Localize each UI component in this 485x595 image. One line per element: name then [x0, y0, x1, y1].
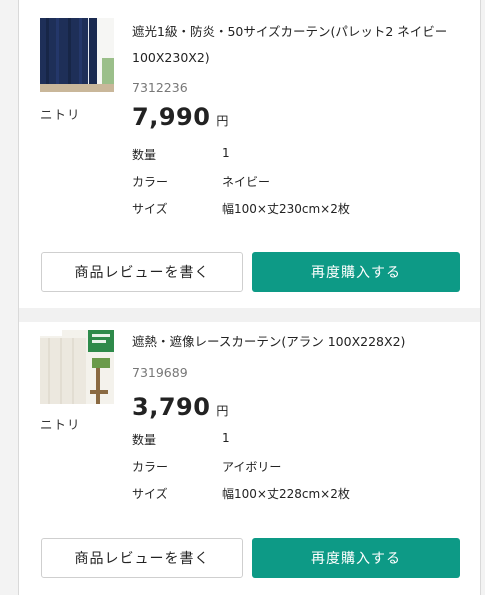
attr-value: ネイビー [222, 175, 271, 189]
rebuy-button[interactable]: 再度購入する [252, 538, 460, 578]
write-review-button[interactable]: 商品レビューを書く [41, 252, 243, 292]
currency-label: 円 [216, 114, 229, 128]
attr-label: 数量 [132, 433, 157, 447]
product-image[interactable] [40, 330, 114, 404]
brand-label: ニトリ [40, 417, 81, 432]
product-name[interactable]: 遮光1級・防炎・50サイズカーテン(パレット2 ネイビー 100X230X2) [132, 19, 467, 71]
lace-curtain-image [40, 330, 114, 404]
item-divider [19, 308, 480, 322]
attr-row-quantity: 数量 1 [132, 431, 350, 458]
attr-label: サイズ [132, 487, 168, 501]
product-attributes: 数量 1 カラー ネイビー サイズ 幅100×丈230cm×2枚 [132, 146, 350, 227]
product-price: 3,790 円 [132, 393, 228, 421]
attr-row-color: カラー ネイビー [132, 173, 350, 200]
attr-label: 数量 [132, 148, 157, 162]
attr-label: カラー [132, 460, 169, 474]
attr-row-color: カラー アイボリー [132, 458, 350, 485]
product-attributes: 数量 1 カラー アイボリー サイズ 幅100×丈228cm×2枚 [132, 431, 350, 512]
attr-value: 幅100×丈230cm×2枚 [222, 202, 350, 216]
product-code: 7312236 [132, 80, 188, 95]
price-value: 3,790 [132, 393, 211, 421]
navy-curtain-image [40, 18, 114, 92]
attr-row-quantity: 数量 1 [132, 146, 350, 173]
attr-row-size: サイズ 幅100×丈230cm×2枚 [132, 200, 350, 227]
price-value: 7,990 [132, 103, 211, 131]
product-price: 7,990 円 [132, 103, 228, 131]
order-history-panel: ニトリ 遮光1級・防炎・50サイズカーテン(パレット2 ネイビー 100X230… [18, 0, 481, 595]
attr-label: サイズ [132, 202, 168, 216]
write-review-button[interactable]: 商品レビューを書く [41, 538, 243, 578]
attr-row-size: サイズ 幅100×丈228cm×2枚 [132, 485, 350, 512]
product-image[interactable] [40, 18, 114, 92]
attr-value: 幅100×丈228cm×2枚 [222, 487, 350, 501]
attr-value: アイボリー [222, 460, 282, 474]
attr-value: 1 [222, 146, 230, 160]
currency-label: 円 [216, 404, 229, 418]
brand-label: ニトリ [40, 107, 81, 122]
attr-label: カラー [132, 175, 169, 189]
attr-value: 1 [222, 431, 230, 445]
product-code: 7319689 [132, 365, 188, 380]
rebuy-button[interactable]: 再度購入する [252, 252, 460, 292]
product-name[interactable]: 遮熱・遮像レースカーテン(アラン 100X228X2) [132, 329, 467, 355]
